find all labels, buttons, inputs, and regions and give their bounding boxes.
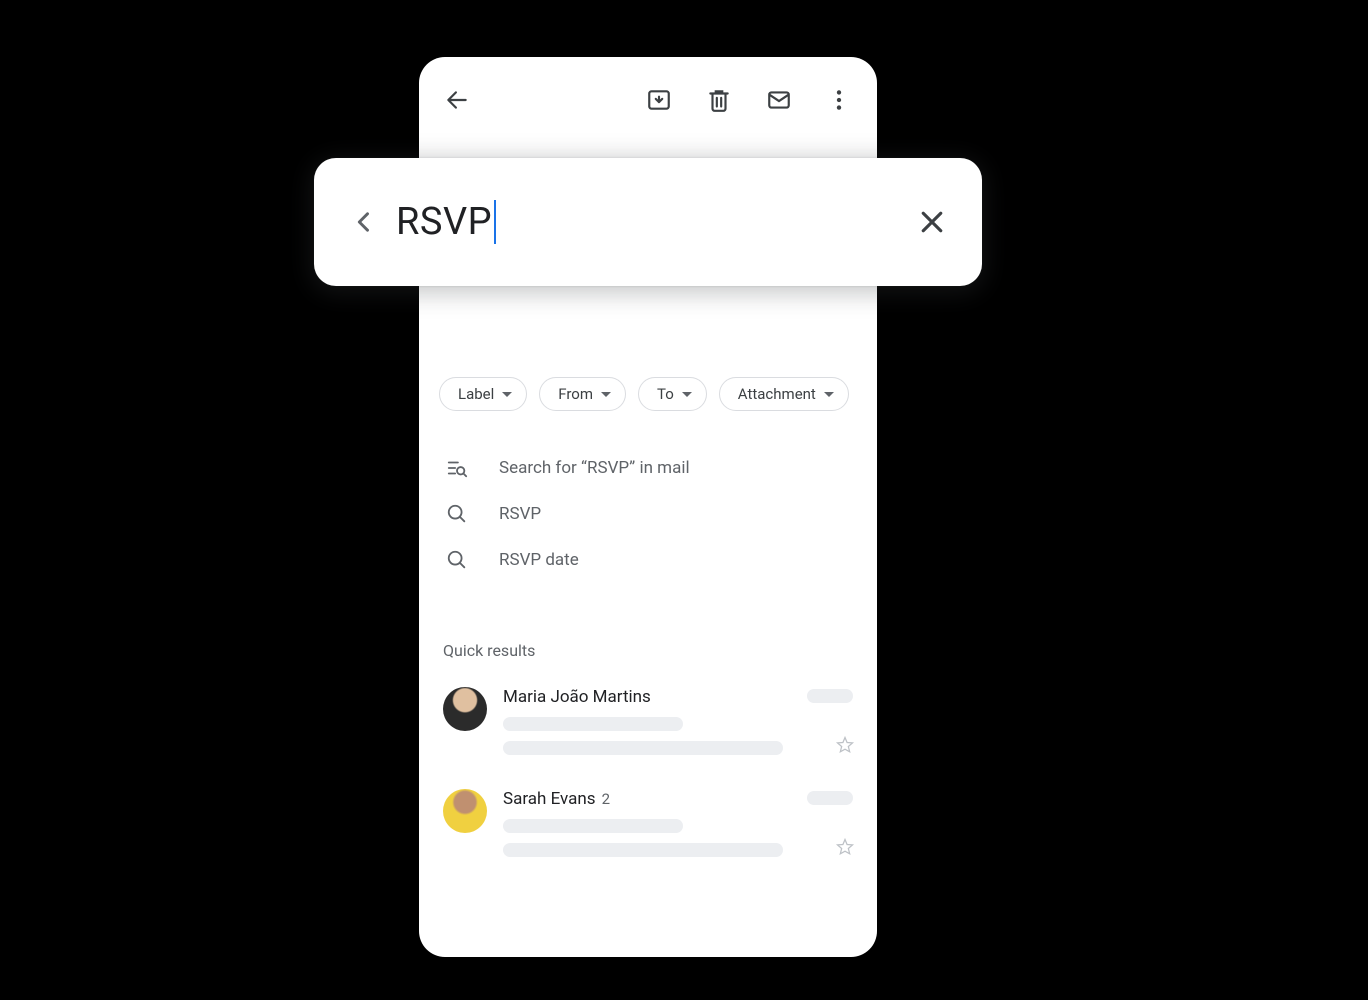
avatar (443, 687, 487, 731)
date-placeholder (807, 791, 853, 805)
trash-icon (706, 87, 732, 113)
result-sender: Sarah Evans 2 (503, 789, 853, 809)
chevron-down-icon (601, 392, 611, 397)
star-outline-icon (835, 837, 855, 857)
chip-to[interactable]: To (638, 377, 707, 411)
sender-name: Sarah Evans (503, 789, 596, 809)
text-cursor (494, 200, 496, 244)
star-button[interactable] (835, 735, 855, 759)
star-button[interactable] (835, 837, 855, 861)
chevron-down-icon (824, 392, 834, 397)
quick-results-header: Quick results (443, 641, 535, 660)
star-outline-icon (835, 735, 855, 755)
chevron-left-icon (350, 208, 378, 236)
suggestion-item[interactable]: RSVP (419, 491, 877, 537)
snippet-placeholder (503, 741, 783, 755)
search-input[interactable]: RSVP (396, 200, 910, 244)
delete-button[interactable] (699, 80, 739, 120)
search-suggestions: Search for “RSVP” in mail RSVP RSVP date (419, 445, 877, 583)
search-query-text: RSVP (396, 200, 492, 244)
more-vert-icon (826, 87, 852, 113)
mail-icon (766, 87, 792, 113)
chip-text: From (558, 385, 593, 403)
date-placeholder (807, 689, 853, 703)
subject-placeholder (503, 819, 683, 833)
suggestion-search-in-mail[interactable]: Search for “RSVP” in mail (419, 445, 877, 491)
search-icon (443, 549, 471, 571)
chip-attachment[interactable]: Attachment (719, 377, 849, 411)
quick-results-list: Maria João Martins Sarah Evans 2 (419, 675, 877, 861)
result-sender: Maria João Martins (503, 687, 853, 707)
avatar (443, 789, 487, 833)
sender-name: Maria João Martins (503, 687, 651, 707)
suggestion-text: Search for “RSVP” in mail (499, 458, 690, 478)
suggestion-item[interactable]: RSVP date (419, 537, 877, 583)
suggestion-text: RSVP date (499, 550, 579, 570)
chip-text: Label (458, 385, 494, 403)
message-toolbar (419, 57, 877, 143)
result-item[interactable]: Sarah Evans 2 (419, 777, 877, 861)
subject-placeholder (503, 717, 683, 731)
list-search-icon (443, 457, 471, 479)
thread-count: 2 (602, 790, 610, 808)
search-icon (443, 503, 471, 525)
mark-unread-button[interactable] (759, 80, 799, 120)
snippet-placeholder (503, 843, 783, 857)
result-item[interactable]: Maria João Martins (419, 675, 877, 759)
chip-from[interactable]: From (539, 377, 626, 411)
chip-label[interactable]: Label (439, 377, 527, 411)
search-back-button[interactable] (342, 200, 386, 244)
close-icon (917, 207, 947, 237)
more-button[interactable] (819, 80, 859, 120)
clear-search-button[interactable] (910, 200, 954, 244)
chevron-down-icon (682, 392, 692, 397)
suggestion-text: RSVP (499, 504, 541, 524)
chip-text: Attachment (738, 385, 816, 403)
chevron-down-icon (502, 392, 512, 397)
chip-text: To (657, 385, 674, 403)
archive-button[interactable] (639, 80, 679, 120)
filter-chips-row: Label From To Attachment (419, 377, 877, 411)
arrow-left-icon (444, 87, 470, 113)
archive-icon (646, 87, 672, 113)
back-button[interactable] (437, 80, 477, 120)
search-bar-overlay: RSVP (314, 158, 982, 286)
